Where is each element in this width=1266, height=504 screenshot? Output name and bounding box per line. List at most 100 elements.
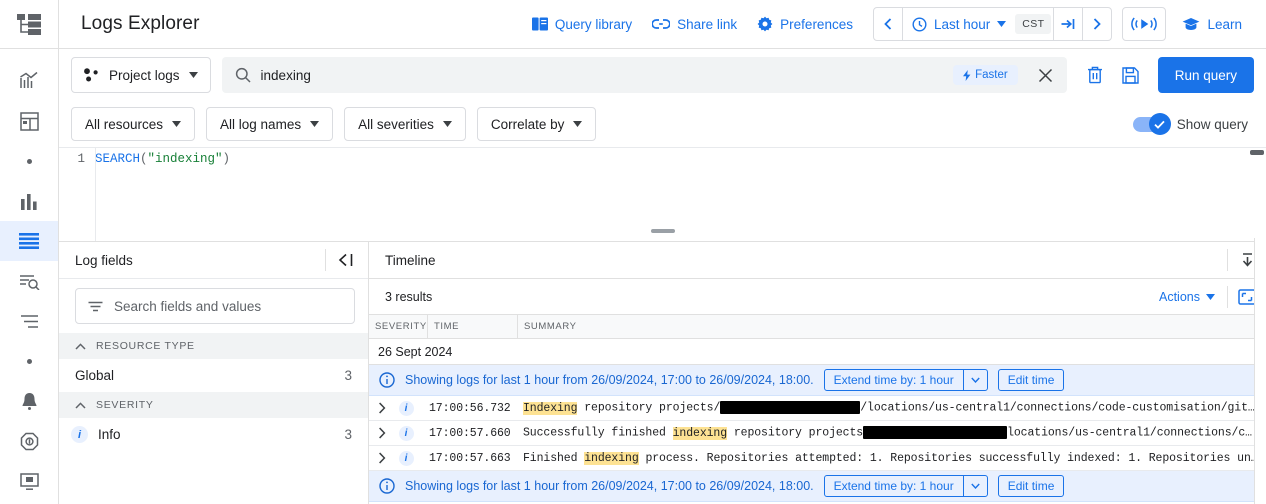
table-row[interactable]: i 17:00:57.663 Finished indexing process… [369, 446, 1266, 471]
show-query-toggle-group[interactable]: Show query [1133, 117, 1254, 132]
filter-all-log-names-label: All log names [220, 117, 301, 132]
rail-item-divider-dot [0, 141, 58, 181]
preferences-button[interactable]: Preferences [747, 8, 863, 40]
rail-item-log-analytics[interactable] [0, 261, 58, 301]
collapse-panel-icon[interactable] [326, 242, 364, 278]
field-row-global-label: Global [75, 368, 114, 383]
preferences-label: Preferences [780, 17, 853, 32]
search-input[interactable] [261, 68, 944, 83]
info-strip-top: Showing logs for last 1 hour from 26/09/… [369, 365, 1266, 396]
filter-correlate-by[interactable]: Correlate by [477, 107, 597, 141]
rail-item-error-reporting[interactable] [0, 421, 58, 461]
row-severity-icon: i [395, 451, 417, 466]
filter-all-resources[interactable]: All resources [71, 107, 195, 141]
results-vertical-scrollbar[interactable] [1254, 238, 1266, 504]
filter-all-log-names[interactable]: All log names [206, 107, 333, 141]
query-editor-resize-handle[interactable] [651, 229, 675, 233]
rail-item-profiler[interactable] [0, 461, 58, 501]
expand-row-icon[interactable] [369, 402, 395, 414]
line-number: 1 [59, 148, 95, 170]
clear-search-icon[interactable] [1028, 68, 1057, 83]
product-tree-icon[interactable] [0, 0, 58, 49]
row-highlight: Indexing [523, 402, 577, 415]
time-next-button[interactable] [1083, 8, 1111, 40]
time-prev-button[interactable] [874, 8, 902, 40]
timezone-badge[interactable]: CST [1015, 14, 1051, 34]
field-row-info-count: 3 [344, 427, 352, 442]
actions-menu-button[interactable]: Actions [1147, 290, 1227, 304]
expand-row-icon[interactable] [369, 452, 395, 464]
edit-time-button-bottom[interactable]: Edit time [998, 475, 1065, 497]
severity-info-glyph: i [399, 451, 414, 466]
row-summary: Finished indexing process. Repositories … [523, 452, 1266, 465]
time-range-select[interactable]: Last hour [903, 8, 1015, 40]
chevron-down-icon [1206, 294, 1215, 300]
row-highlight: indexing [584, 452, 638, 465]
search-box[interactable]: Faster [222, 57, 1067, 93]
rail-items [0, 49, 58, 501]
results-toolbar: 3 results Actions [369, 279, 1266, 315]
field-group-severity[interactable]: SEVERITY [59, 392, 368, 418]
filter-all-severities[interactable]: All severities [344, 107, 466, 141]
day-group-header: 26 Sept 2024 [369, 339, 1266, 365]
query-library-label: Query library [555, 17, 632, 32]
field-row-info[interactable]: i Info 3 [59, 418, 368, 451]
redaction-block [720, 401, 860, 414]
project-logs-scope-button[interactable]: Project logs [71, 57, 211, 93]
rail-item-monitoring[interactable] [0, 61, 58, 101]
extend-time-label[interactable]: Extend time by: 1 hour [825, 476, 963, 496]
clear-query-button[interactable] [1077, 57, 1113, 93]
table-row[interactable]: i 17:00:56.732 Indexing repository proje… [369, 396, 1266, 421]
rail-item-metrics[interactable] [0, 181, 58, 221]
row-severity-icon: i [395, 426, 417, 441]
app-header: Logs Explorer Query library [59, 0, 1266, 49]
extend-time-split-button-bottom[interactable]: Extend time by: 1 hour [824, 475, 988, 497]
row-summary: Indexing repository projects/ /locations… [523, 401, 1266, 415]
row-time: 17:00:57.663 [417, 452, 523, 465]
faster-label: Faster [975, 69, 1008, 81]
chevron-down-icon [573, 121, 582, 127]
expand-row-icon[interactable] [369, 427, 395, 439]
query-token-open-paren: ( [140, 152, 148, 166]
save-query-button[interactable] [1113, 57, 1149, 93]
log-fields-search[interactable] [75, 288, 355, 324]
faster-badge[interactable]: Faster [953, 65, 1018, 85]
timeline-title: Timeline [385, 253, 1227, 268]
rail-item-dashboards[interactable] [0, 101, 58, 141]
rail-item-alerting[interactable] [0, 381, 58, 421]
query-text[interactable]: SEARCH("indexing") [95, 148, 230, 170]
book-icon [532, 17, 548, 31]
extend-time-chevron-down-icon[interactable] [963, 370, 987, 390]
row-summary-post: locations/us-central1/connections/c… [1007, 427, 1252, 440]
streaming-logs-button[interactable] [1122, 7, 1166, 41]
row-summary-mid: repository projects [727, 427, 863, 440]
extend-time-split-button[interactable]: Extend time by: 1 hour [824, 369, 988, 391]
field-group-resource-type[interactable]: RESOURCE TYPE [59, 333, 368, 359]
search-fields-input[interactable] [114, 299, 342, 314]
field-row-global[interactable]: Global 3 [59, 359, 368, 392]
query-library-button[interactable]: Query library [522, 8, 642, 40]
timeline-header: Timeline [369, 242, 1266, 279]
filter-lines-icon [88, 301, 103, 312]
run-query-button[interactable]: Run query [1158, 57, 1254, 93]
edit-time-button-top[interactable]: Edit time [998, 369, 1065, 391]
learn-button[interactable]: Learn [1172, 8, 1252, 40]
table-row[interactable]: i 17:00:57.660 Successfully finished ind… [369, 421, 1266, 446]
scope-dots-icon [84, 68, 100, 82]
row-summary: Successfully finished indexing repositor… [523, 426, 1266, 440]
extend-time-chevron-down-icon[interactable] [963, 476, 987, 496]
query-editor[interactable]: 1 SEARCH("indexing") [59, 147, 1266, 241]
time-range-control: Last hour CST [873, 7, 1113, 41]
jump-to-now-button[interactable] [1054, 8, 1082, 40]
row-summary-mid: process. Repositories attempted: 1. Repo… [639, 452, 1265, 465]
query-editor-scrollbar[interactable] [1250, 150, 1264, 155]
rail-item-log-router[interactable] [0, 301, 58, 341]
rail-item-logs-explorer[interactable] [0, 221, 58, 261]
column-header-severity: SEVERITY [369, 321, 427, 332]
extend-time-label[interactable]: Extend time by: 1 hour [825, 370, 963, 390]
share-link-button[interactable]: Share link [642, 8, 747, 40]
show-query-toggle[interactable] [1133, 117, 1167, 132]
link-icon [652, 18, 670, 30]
severity-info-icon: i [71, 426, 88, 443]
chevron-up-icon [75, 402, 86, 409]
